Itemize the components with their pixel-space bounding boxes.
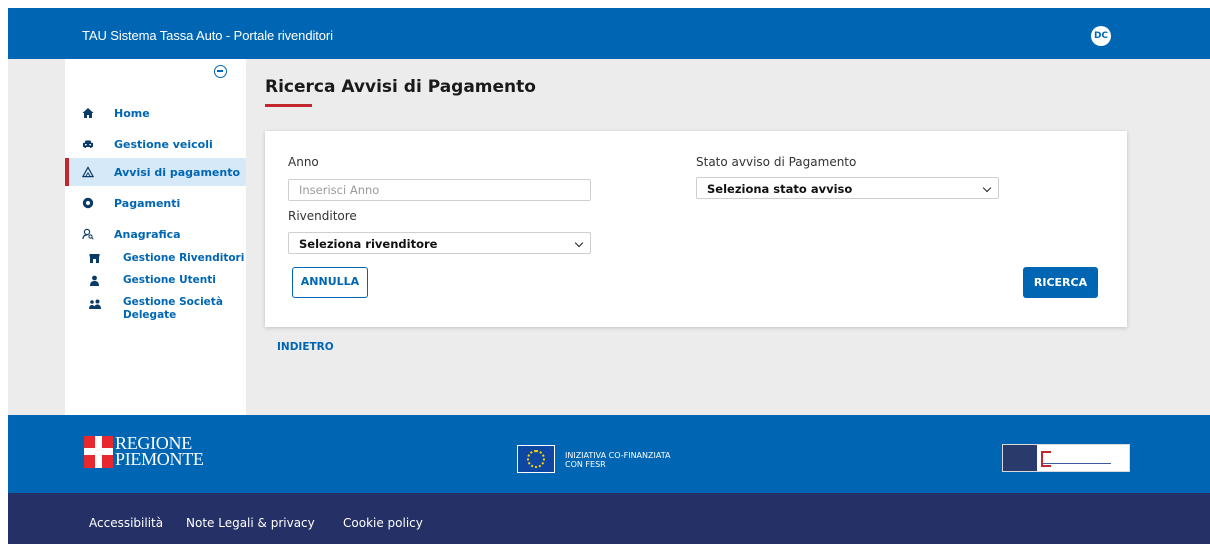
header-bar: TAU Sistema Tassa Auto - Portale rivendi… (8, 8, 1210, 59)
user-avatar[interactable]: DC (1091, 26, 1111, 46)
user-icon (89, 275, 100, 286)
sidebar-subitem-label-line1: Gestione Società (123, 296, 223, 308)
rivenditore-label: Rivenditore (288, 209, 357, 223)
sidebar: Home Gestione veicoli Avvisi di pagament… (65, 59, 246, 415)
sidebar-item-label: Pagamenti (114, 196, 181, 210)
footer-logos: REGIONE PIEMONTE INIZIATIVA CO-FINANZIAT… (8, 415, 1210, 493)
partner-logo-mark (1003, 445, 1037, 471)
eu-stars-icon (527, 450, 545, 468)
search-form-card: Anno Rivenditore Seleziona rivenditore S… (265, 131, 1127, 327)
sidebar-item-veicoli[interactable]: Gestione veicoli (65, 130, 246, 158)
title-underline (265, 104, 312, 107)
store-icon (89, 253, 100, 264)
sidebar-subitem-label-line2: Delegate (123, 309, 177, 321)
eu-cofinancing-text: INIZIATIVA CO-FINANZIATA CON FESR (565, 451, 670, 469)
stato-avviso-label: Stato avviso di Pagamento (696, 155, 857, 169)
footer-link-accessibilita[interactable]: Accessibilità (89, 516, 163, 530)
footer-link-note-legali[interactable]: Note Legali & privacy (186, 516, 315, 530)
euro-coin-icon (82, 197, 94, 209)
app-title: TAU Sistema Tassa Auto - Portale rivendi… (82, 28, 333, 43)
chevron-down-icon (982, 183, 992, 193)
car-icon (82, 138, 94, 150)
sidebar-item-home[interactable]: Home (65, 99, 246, 127)
sidebar-item-anagrafica[interactable]: Anagrafica (65, 220, 246, 248)
rivenditore-select-value: Seleziona rivenditore (299, 237, 438, 251)
sidebar-item-avvisi[interactable]: Avvisi di pagamento (65, 158, 246, 186)
person-search-icon (82, 228, 94, 240)
cancel-button[interactable]: ANNULLA (292, 267, 368, 298)
eu-text-line2: CON FESR (565, 460, 606, 469)
group-icon (89, 299, 101, 310)
sidebar-item-label: Avvisi di pagamento (114, 165, 241, 179)
sidebar-item-pagamenti[interactable]: Pagamenti (65, 189, 246, 217)
search-button[interactable]: RICERCA (1023, 267, 1098, 298)
sidebar-subitem-utenti[interactable]: Gestione Utenti (65, 273, 246, 289)
home-icon (82, 107, 94, 119)
partner-logo-graphic (1041, 450, 1111, 467)
sidebar-subitem-societa[interactable]: Gestione Società Delegate (65, 295, 246, 325)
back-link[interactable]: INDIETRO (277, 341, 334, 353)
page-title: Ricerca Avvisi di Pagamento (265, 77, 536, 97)
footer-link-cookie-policy[interactable]: Cookie policy (343, 516, 423, 530)
anno-label: Anno (288, 155, 319, 169)
collapse-sidebar-icon[interactable] (214, 65, 227, 78)
warning-triangle-icon (82, 166, 94, 178)
sidebar-item-label: Home (114, 106, 150, 120)
stato-avviso-select-value: Seleziona stato avviso (707, 182, 853, 196)
logo-text: REGIONE PIEMONTE (115, 434, 204, 469)
sidebar-subitem-label: Gestione Utenti (123, 274, 216, 286)
stato-avviso-select[interactable]: Seleziona stato avviso (696, 177, 999, 199)
sidebar-item-label: Gestione veicoli (114, 137, 213, 151)
sidebar-item-label: Anagrafica (114, 227, 181, 241)
logo-text-line2: PIEMONTE (115, 449, 204, 469)
app-window: TAU Sistema Tassa Auto - Portale rivendi… (8, 8, 1210, 544)
regione-piemonte-logo[interactable]: REGIONE PIEMONTE (84, 434, 214, 469)
partner-logo[interactable] (1002, 444, 1130, 472)
chevron-down-icon (574, 238, 584, 248)
anno-input[interactable] (288, 179, 591, 201)
eu-text-line1: INIZIATIVA CO-FINANZIATA (565, 451, 671, 460)
sidebar-subitem-rivenditori[interactable]: Gestione Rivenditori (65, 251, 246, 267)
sidebar-subitem-label: Gestione Società Delegate (123, 296, 223, 322)
piemonte-flag-icon (84, 436, 113, 468)
rivenditore-select[interactable]: Seleziona rivenditore (288, 232, 591, 254)
eu-flag-icon (517, 445, 555, 473)
sidebar-subitem-label: Gestione Rivenditori (123, 252, 245, 264)
